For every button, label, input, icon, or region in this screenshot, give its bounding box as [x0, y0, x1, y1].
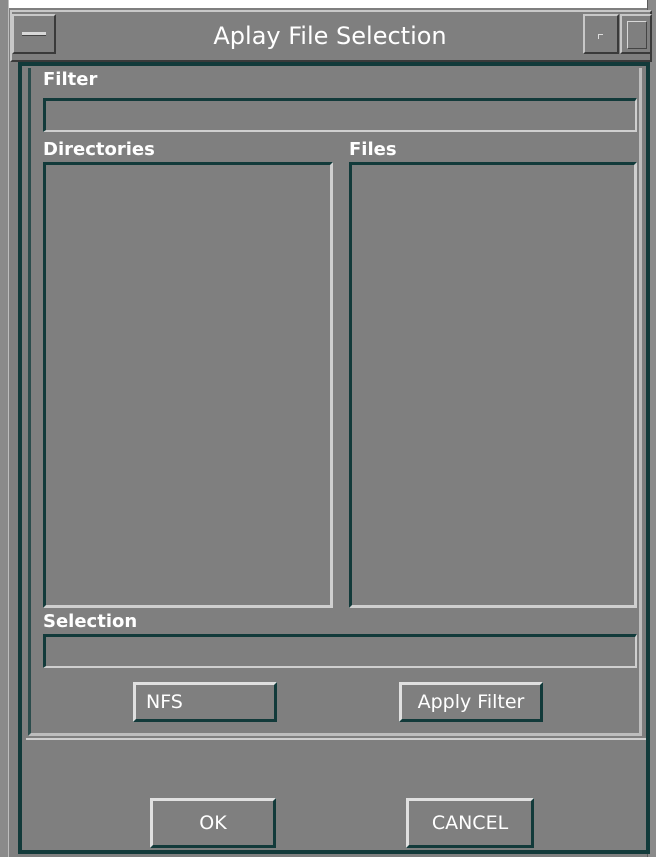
files-list[interactable] — [349, 162, 637, 608]
directories-list[interactable] — [43, 162, 333, 608]
window-title: Aplay File Selection — [213, 22, 447, 50]
action-area: OK CANCEL — [26, 738, 646, 852]
file-selection-window: Aplay File Selection Filter Directories … — [0, 0, 656, 857]
apply-filter-button[interactable]: Apply Filter — [399, 682, 543, 722]
selection-work-area: Filter Directories Files Selection NFS A… — [28, 68, 642, 736]
cancel-button[interactable]: CANCEL — [406, 798, 534, 848]
nfs-button[interactable]: NFS — [133, 682, 277, 722]
window-top-edge — [0, 0, 656, 8]
files-label: Files — [349, 139, 397, 160]
window-menu-icon — [22, 32, 46, 36]
directories-label: Directories — [43, 139, 155, 160]
minimize-button[interactable] — [583, 14, 619, 54]
maximize-icon — [627, 21, 647, 49]
window-menu-button[interactable] — [12, 14, 56, 54]
filter-input[interactable] — [43, 98, 637, 132]
ok-button[interactable]: OK — [150, 798, 276, 848]
minimize-icon — [598, 34, 603, 39]
selection-label: Selection — [43, 611, 138, 632]
filter-label: Filter — [43, 69, 98, 90]
window-left-frame[interactable] — [0, 0, 9, 857]
maximize-button[interactable] — [620, 14, 652, 54]
dialog-body: Filter Directories Files Selection NFS A… — [18, 62, 650, 854]
selection-input[interactable] — [43, 634, 637, 668]
